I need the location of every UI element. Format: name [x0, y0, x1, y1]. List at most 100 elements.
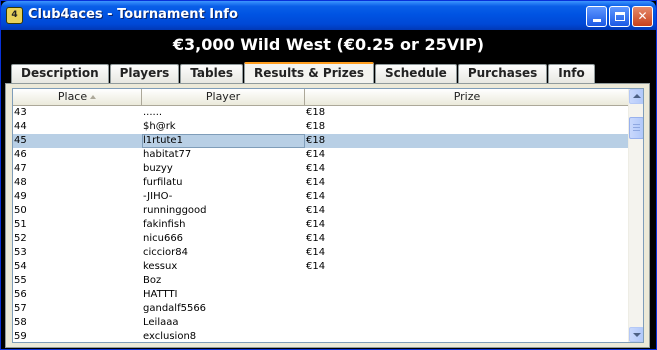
place-cell: 46	[14, 149, 27, 160]
place-cell: 54	[14, 261, 27, 272]
table-row[interactable]: 57 gandalf5566	[13, 302, 629, 316]
table-row[interactable]: 55 Boz	[13, 274, 629, 288]
arrow-up-icon	[632, 94, 641, 98]
place-cell: 49	[14, 191, 27, 202]
prize-cell: €14	[306, 191, 326, 202]
player-cell: HATTTI	[143, 289, 178, 300]
player-cell: exclusion8	[143, 331, 197, 342]
window-title: Club4aces - Tournament Info	[28, 7, 238, 22]
table-row[interactable]: 50 runninggood €14	[13, 204, 629, 218]
minimize-icon	[592, 19, 601, 22]
grip-line	[633, 124, 640, 125]
grip-line	[633, 130, 640, 131]
place-cell: 48	[14, 177, 27, 188]
player-cell: gandalf5566	[143, 303, 207, 314]
player-cell: habitat77	[143, 149, 192, 160]
player-cell: ......	[143, 107, 163, 118]
table-body: 43...... €18 44 $h@rk €18 45 l1rtute1 €18 46 habi…	[13, 106, 629, 342]
scroll-up-button[interactable]	[629, 89, 643, 104]
place-cell: 57	[14, 303, 27, 314]
place-cell: 56	[14, 289, 27, 300]
prize-cell	[305, 302, 629, 316]
player-cell: Boz	[143, 275, 162, 286]
table-row[interactable]: 43...... €18	[13, 106, 629, 120]
scroll-down-button[interactable]	[629, 327, 643, 342]
player-cell: $h@rk	[143, 121, 176, 132]
prize-cell: €18	[306, 121, 326, 132]
tab-bar: Description Players Tables Results & Prizes…	[11, 62, 596, 83]
table-row[interactable]: 59 exclusion8	[13, 330, 629, 342]
prize-cell	[305, 288, 629, 302]
place-cell: 45	[14, 135, 27, 146]
player-cell: Leilaaa	[143, 317, 179, 328]
table-row[interactable]: 51 fakinfish €14	[13, 218, 629, 232]
place-cell: 44	[14, 121, 27, 132]
column-header-player[interactable]: Player	[142, 89, 305, 105]
tab-purchases[interactable]: Purchases	[457, 64, 548, 83]
player-cell: furfilatu	[143, 177, 183, 188]
table-row[interactable]: 58 Leilaaa	[13, 316, 629, 330]
prize-cell: €14	[306, 149, 326, 160]
tab-results-prizes[interactable]: Results & Prizes	[244, 62, 374, 83]
tab-info[interactable]: Info	[548, 64, 595, 83]
close-icon: ✕	[637, 9, 648, 23]
place-cell: 43	[14, 107, 27, 118]
column-header-place[interactable]: Place	[13, 89, 142, 105]
prize-cell: €14	[306, 261, 326, 272]
maximize-icon	[614, 12, 625, 21]
prize-cell: €14	[306, 247, 326, 258]
prize-cell: €14	[306, 163, 326, 174]
close-button[interactable]: ✕	[632, 6, 653, 27]
table-row[interactable]: 53 ciccior84 €14	[13, 246, 629, 260]
player-cell: l1rtute1	[142, 134, 305, 148]
tab-schedule[interactable]: Schedule	[375, 64, 457, 83]
table-row[interactable]: 45 l1rtute1 €18	[13, 134, 629, 148]
vertical-scrollbar[interactable]	[628, 89, 643, 342]
place-cell: 50	[14, 205, 27, 216]
prize-cell: €14	[306, 205, 326, 216]
tournament-title: €3,000 Wild West (€0.25 or 25VIP)	[172, 35, 485, 54]
results-panel: Place Player Prize 43...... €18 44 $h@rk €18…	[5, 83, 650, 348]
table-header: Place Player Prize	[13, 89, 629, 106]
title-bar[interactable]: 4 Club4aces - Tournament Info ✕	[1, 1, 656, 30]
table-row[interactable]: 46 habitat77 €14	[13, 148, 629, 162]
column-header-prize[interactable]: Prize	[305, 89, 629, 105]
place-cell: 55	[14, 275, 27, 286]
arrow-down-icon	[632, 333, 641, 337]
table-row[interactable]: 54 kessux €14	[13, 260, 629, 274]
place-cell: 51	[14, 219, 27, 230]
table-row[interactable]: 52 nicu666 €14	[13, 232, 629, 246]
player-cell: nicu666	[143, 233, 184, 244]
maximize-button[interactable]	[609, 6, 630, 27]
tournament-info-window: 4 Club4aces - Tournament Info ✕ €3,000 W…	[0, 0, 657, 350]
prize-cell: €18	[306, 107, 326, 118]
player-cell: kessux	[143, 261, 178, 272]
player-cell: fakinfish	[143, 219, 186, 230]
minimize-button[interactable]	[586, 6, 607, 27]
table-row[interactable]: 44 $h@rk €18	[13, 120, 629, 134]
place-cell: 59	[14, 331, 27, 342]
prize-cell: €14	[306, 177, 326, 188]
grip-line	[633, 127, 640, 128]
prize-cell	[305, 316, 629, 330]
player-cell: ciccior84	[143, 247, 189, 258]
table-row[interactable]: 47 buzyy €14	[13, 162, 629, 176]
player-cell: buzyy	[143, 163, 173, 174]
scrollbar-thumb[interactable]	[629, 117, 643, 139]
player-cell: -JIHO-	[143, 191, 173, 202]
prize-cell	[305, 274, 629, 288]
player-cell: runninggood	[143, 205, 207, 216]
prize-cell: €18	[306, 135, 326, 146]
prize-cell: €14	[306, 233, 326, 244]
prize-cell	[305, 330, 629, 342]
tab-players[interactable]: Players	[109, 64, 180, 83]
tab-tables[interactable]: Tables	[180, 64, 244, 83]
table-row[interactable]: 49 -JIHO- €14	[13, 190, 629, 204]
results-table: Place Player Prize 43...... €18 44 $h@rk €18…	[12, 88, 644, 343]
table-row[interactable]: 48 furfilatu €14	[13, 176, 629, 190]
table-row[interactable]: 56 HATTTI	[13, 288, 629, 302]
sort-ascending-icon	[90, 95, 97, 99]
tab-description[interactable]: Description	[11, 64, 109, 83]
place-cell: 52	[14, 233, 27, 244]
prize-cell: €14	[306, 219, 326, 230]
